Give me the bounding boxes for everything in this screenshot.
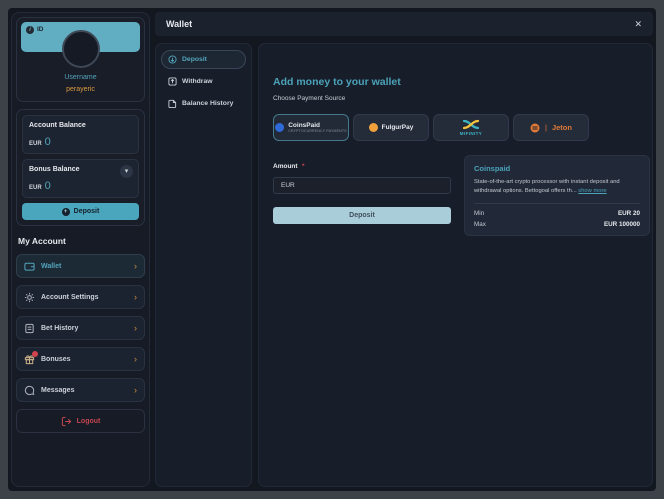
sidebar-item-label: Wallet: [41, 263, 128, 270]
logout-icon: [61, 416, 72, 427]
sidebar-item-bet-history[interactable]: Bet History ›: [16, 316, 145, 340]
min-limit-row: Min EUR 20: [474, 210, 640, 217]
chevron-right-icon: ›: [134, 293, 137, 302]
avatar: [62, 30, 100, 68]
deposit-icon: [168, 55, 177, 64]
sidebar-item-wallet[interactable]: Wallet ›: [16, 254, 145, 278]
main-area: Wallet ✕ Deposit Withdraw: [155, 12, 653, 487]
bonus-balance-label: Bonus Balance: [29, 166, 132, 173]
sidebar-deposit-button-label: Deposit: [74, 208, 100, 215]
chevron-down-icon[interactable]: ▾: [120, 165, 133, 178]
bonus-balance-currency: EUR: [29, 185, 42, 191]
show-more-link[interactable]: show more: [578, 188, 606, 194]
profile-card: i ID Username perayeric: [16, 17, 145, 102]
payment-method-name: FulgurPay: [382, 124, 414, 131]
deposit-submit-button[interactable]: Deposit: [273, 207, 451, 224]
sidebar-item-label: Bonuses: [41, 356, 128, 363]
coinspaid-logo-icon: [275, 123, 284, 132]
tab-label: Balance History: [182, 100, 233, 107]
payment-method-name: MIFINITY: [460, 131, 482, 136]
username-label: Username: [21, 74, 140, 81]
tab-withdraw[interactable]: Withdraw: [161, 72, 246, 91]
mifinity-logo-icon: [462, 119, 480, 130]
amount-input[interactable]: [273, 177, 451, 194]
chevron-right-icon: ›: [134, 386, 137, 395]
payment-info-panel: Coinspaid State-of-the-art crypto proces…: [464, 155, 650, 236]
payment-method-fulgurpay[interactable]: FulgurPay: [353, 114, 429, 141]
payment-method-jeton[interactable]: | Jeton: [513, 114, 589, 141]
chevron-right-icon: ›: [134, 324, 137, 333]
account-balance-currency: EUR: [29, 141, 42, 147]
amount-form: Amount * Deposit: [273, 155, 451, 224]
required-asterisk: *: [302, 163, 305, 170]
wallet-icon: [24, 261, 35, 272]
coin-icon: +: [62, 208, 70, 216]
tab-deposit[interactable]: Deposit: [161, 50, 246, 69]
payment-info-description: State-of-the-art crypto processor with i…: [474, 178, 640, 196]
chevron-right-icon: ›: [134, 262, 137, 271]
balance-card: Account Balance EUR 0 Bonus Balance ▾ EU…: [16, 109, 145, 226]
gift-icon: [24, 354, 35, 365]
divider: [474, 203, 640, 204]
jeton-logo-icon: [530, 123, 540, 133]
bonus-balance-box: Bonus Balance ▾ EUR 0: [22, 159, 139, 198]
min-value: EUR 20: [618, 210, 640, 217]
content-title: Add money to your wallet: [273, 76, 638, 88]
chevron-right-icon: ›: [134, 355, 137, 364]
amount-label: Amount: [273, 163, 298, 170]
jeton-separator: |: [545, 123, 547, 132]
account-sidebar: i ID Username perayeric Account Balance …: [11, 12, 150, 487]
tab-label: Withdraw: [182, 78, 213, 85]
account-balance-label: Account Balance: [29, 122, 132, 129]
balance-history-icon: [168, 99, 177, 108]
account-balance-value: 0: [45, 136, 51, 148]
app-window: i ID Username perayeric Account Balance …: [8, 8, 656, 491]
messages-icon: [24, 385, 35, 396]
screen-frame: i ID Username perayeric Account Balance …: [0, 0, 664, 499]
sidebar-item-messages[interactable]: Messages ›: [16, 378, 145, 402]
page-title: Wallet: [166, 19, 634, 29]
payment-info-title: Coinspaid: [474, 164, 640, 173]
sidebar-item-label: Messages: [41, 387, 128, 394]
payment-method-subtext: CRYPTOCURRENCY PAYMENTS: [288, 129, 347, 133]
info-icon: i: [26, 26, 34, 34]
payment-method-coinspaid[interactable]: CoinsPaid CRYPTOCURRENCY PAYMENTS: [273, 114, 349, 141]
tab-label: Deposit: [182, 56, 207, 63]
wallet-tabs-panel: Deposit Withdraw Balance History: [155, 43, 252, 487]
min-label: Min: [474, 210, 484, 217]
sidebar-item-bonuses[interactable]: Bonuses ›: [16, 347, 145, 371]
player-id-label: ID: [37, 26, 44, 33]
max-value: EUR 100000: [604, 221, 640, 228]
sidebar-item-label: Bet History: [41, 325, 128, 332]
payment-method-mifinity[interactable]: MIFINITY: [433, 114, 509, 141]
max-label: Max: [474, 221, 486, 228]
tab-balance-history[interactable]: Balance History: [161, 94, 246, 113]
logout-label: Logout: [77, 418, 101, 425]
payment-method-name: CoinsPaid: [288, 122, 320, 129]
payment-source-label: Choose Payment Source: [273, 95, 638, 102]
username-value: perayeric: [21, 86, 140, 93]
fulgurpay-logo-icon: [369, 123, 378, 132]
sidebar-deposit-button[interactable]: + Deposit: [22, 203, 139, 220]
max-limit-row: Max EUR 100000: [474, 221, 640, 228]
payment-method-name: Jeton: [552, 123, 572, 132]
gear-icon: [24, 292, 35, 303]
bonus-balance-value: 0: [45, 180, 51, 192]
bonus-badge: [32, 351, 38, 357]
account-balance-box: Account Balance EUR 0: [22, 115, 139, 154]
my-account-heading: My Account: [18, 236, 143, 246]
bet-history-icon: [24, 323, 35, 334]
logout-button[interactable]: Logout: [16, 409, 145, 433]
withdraw-icon: [168, 77, 177, 86]
deposit-content-panel: Add money to your wallet Choose Payment …: [258, 43, 653, 487]
sidebar-item-label: Account Settings: [41, 294, 128, 301]
payment-method-row: CoinsPaid CRYPTOCURRENCY PAYMENTS Fulgur…: [273, 114, 638, 141]
sidebar-item-account-settings[interactable]: Account Settings ›: [16, 285, 145, 309]
wallet-header: Wallet ✕: [155, 12, 653, 36]
close-icon[interactable]: ✕: [634, 19, 642, 30]
